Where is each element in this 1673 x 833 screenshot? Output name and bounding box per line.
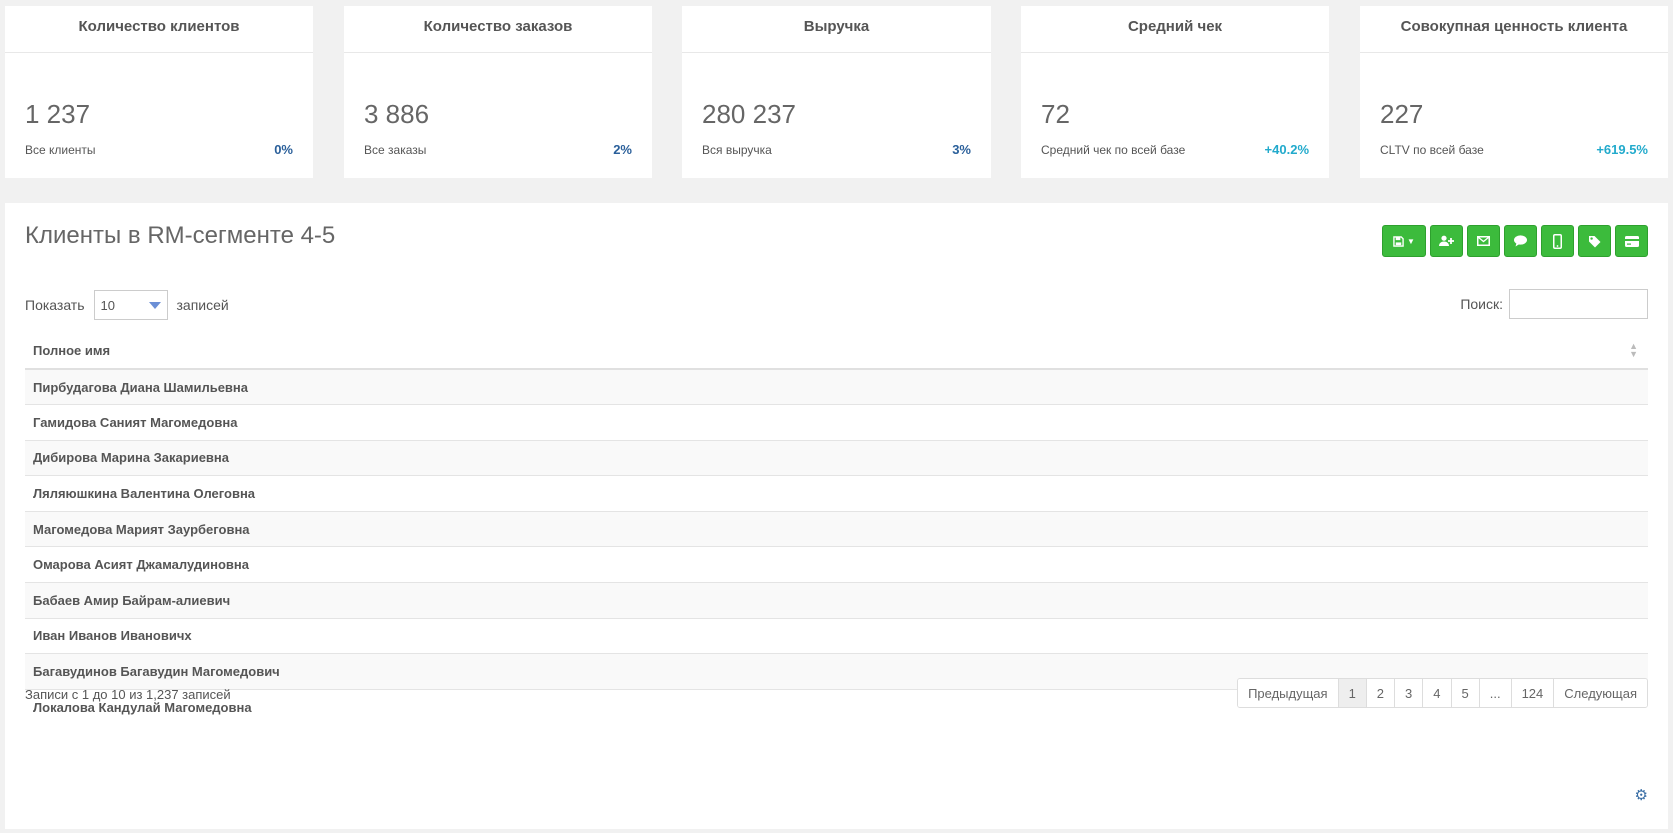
caret-down-icon: ▼ (1407, 236, 1415, 246)
stat-percent: +619.5% (1596, 142, 1648, 157)
stat-card-orders: Количество заказов 3 886 Все заказы 2% (344, 6, 652, 178)
send-email-button[interactable] (1467, 225, 1500, 257)
client-name: Гамидова Саният Магомедовна (25, 404, 1648, 441)
client-name: Иван Иванов Ивановичх (25, 617, 1648, 654)
tag-icon (1589, 235, 1601, 247)
pagination-page-4[interactable]: 4 (1422, 679, 1451, 707)
pagination-page-3[interactable]: 3 (1394, 679, 1423, 707)
stat-title: Количество заказов (344, 6, 652, 53)
stat-card-average-check: Средний чек 72 Средний чек по всей базе … (1021, 6, 1329, 178)
pagination-previous-button[interactable]: Предыдущая (1238, 679, 1338, 707)
export-dropdown-button[interactable]: ▼ (1382, 225, 1426, 257)
chevron-down-icon (148, 301, 161, 309)
stat-title: Выручка (682, 6, 991, 53)
column-header-label: Полное имя (33, 342, 111, 358)
table-row[interactable]: Дибирова Марина Закариевна (25, 439, 1648, 476)
table-row[interactable]: Магомедова Марият Заурбеговна (25, 510, 1648, 547)
send-message-button[interactable] (1504, 225, 1537, 257)
save-icon (1393, 235, 1404, 247)
pagination-page-5[interactable]: 5 (1450, 679, 1479, 707)
stat-percent: 2% (613, 142, 632, 157)
stat-percent: 0% (274, 142, 293, 157)
table-row[interactable]: Пирбудагова Диана Шамильевна (25, 368, 1648, 405)
show-label: Показать (25, 297, 85, 313)
add-user-icon (1439, 235, 1454, 246)
stat-title: Совокупная ценность клиента (1360, 6, 1668, 53)
stat-card-clients: Количество клиентов 1 237 Все клиенты 0% (5, 6, 313, 178)
client-name: Дибирова Марина Закариевна (25, 439, 1648, 476)
client-name: Омарова Асият Джамалудиновна (25, 546, 1648, 583)
credit-card-icon (1624, 235, 1639, 247)
add-user-button[interactable] (1430, 225, 1463, 257)
client-name: Магомедова Марият Заурбеговна (25, 510, 1648, 547)
stat-subtitle: Все заказы (364, 143, 427, 157)
stat-value: 72 (1041, 99, 1070, 129)
stat-subtitle: Вся выручка (702, 143, 772, 157)
stat-subtitle: CLTV по всей базе (1380, 143, 1484, 157)
stat-subtitle: Все клиенты (25, 143, 96, 157)
assign-tag-button[interactable] (1578, 225, 1611, 257)
entries-label: записей (176, 297, 229, 313)
search-input[interactable] (1509, 289, 1648, 319)
pagination-page-1[interactable]: 1 (1337, 679, 1366, 707)
table-info: Записи с 1 до 10 из 1,237 записей (25, 687, 231, 702)
stat-card-cltv: Совокупная ценность клиента 227 CLTV по … (1360, 6, 1668, 178)
comment-icon (1514, 235, 1527, 247)
table-row[interactable]: Бабаев Амир Байрам-алиевич (25, 582, 1648, 619)
client-name: Бабаев Амир Байрам-алиевич (25, 582, 1648, 619)
page-length-value: 10 (100, 297, 115, 313)
stat-card-revenue: Выручка 280 237 Вся выручка 3% (682, 6, 991, 178)
page-length-select[interactable]: 10 (93, 290, 168, 320)
stat-percent: +40.2% (1264, 142, 1309, 157)
pagination-page-2[interactable]: 2 (1365, 679, 1395, 707)
toolbar: ▼ (1382, 225, 1648, 257)
table-row[interactable]: Ляляюшкина Валентина Олеговна (25, 475, 1648, 512)
column-header-full-name[interactable]: Полное имя ▲ ▼ (25, 332, 1648, 370)
table-row[interactable]: Гамидова Саният Магомедовна (25, 404, 1648, 441)
table-row[interactable]: Иван Иванов Ивановичх (25, 617, 1648, 654)
pagination-ellipsis: ... (1478, 679, 1511, 707)
search-label: Поиск: (1460, 296, 1503, 312)
stat-value: 3 886 (364, 99, 430, 129)
pagination-next-button[interactable]: Следующая (1553, 679, 1647, 707)
stat-value: 1 237 (25, 99, 91, 129)
pagination: Предыдущая 1 2 3 4 5 ... 124 Следующая (1237, 678, 1648, 708)
stat-value: 280 237 (702, 99, 796, 129)
client-name: Ляляюшкина Валентина Олеговна (25, 475, 1648, 512)
search-control: Поиск: (1460, 289, 1648, 319)
sort-icon: ▲ ▼ (1629, 341, 1638, 359)
stat-title: Средний чек (1021, 6, 1329, 53)
stat-value: 227 (1380, 99, 1424, 129)
clients-panel: Клиенты в RM-сегменте 4-5 ▼ Показать 10 (5, 203, 1668, 829)
gear-icon[interactable]: ⚙ (1635, 786, 1648, 804)
clients-table: Полное имя ▲ ▼ Пирбудагова Диана Шамильев… (25, 332, 1648, 725)
pagination-page-124[interactable]: 124 (1510, 679, 1554, 707)
stat-percent: 3% (952, 142, 971, 157)
envelope-icon (1477, 236, 1490, 246)
page-length-control: Показать 10 записей (25, 290, 229, 320)
stat-subtitle: Средний чек по всей базе (1041, 143, 1186, 157)
client-name: Пирбудагова Диана Шамильевна (25, 368, 1648, 405)
send-sms-button[interactable] (1541, 225, 1574, 257)
table-row[interactable]: Омарова Асият Джамалудиновна (25, 546, 1648, 583)
loyalty-card-button[interactable] (1615, 225, 1648, 257)
mobile-icon (1553, 233, 1562, 249)
page-title: Клиенты в RM-сегменте 4-5 (25, 222, 336, 249)
stat-title: Количество клиентов (5, 6, 313, 53)
